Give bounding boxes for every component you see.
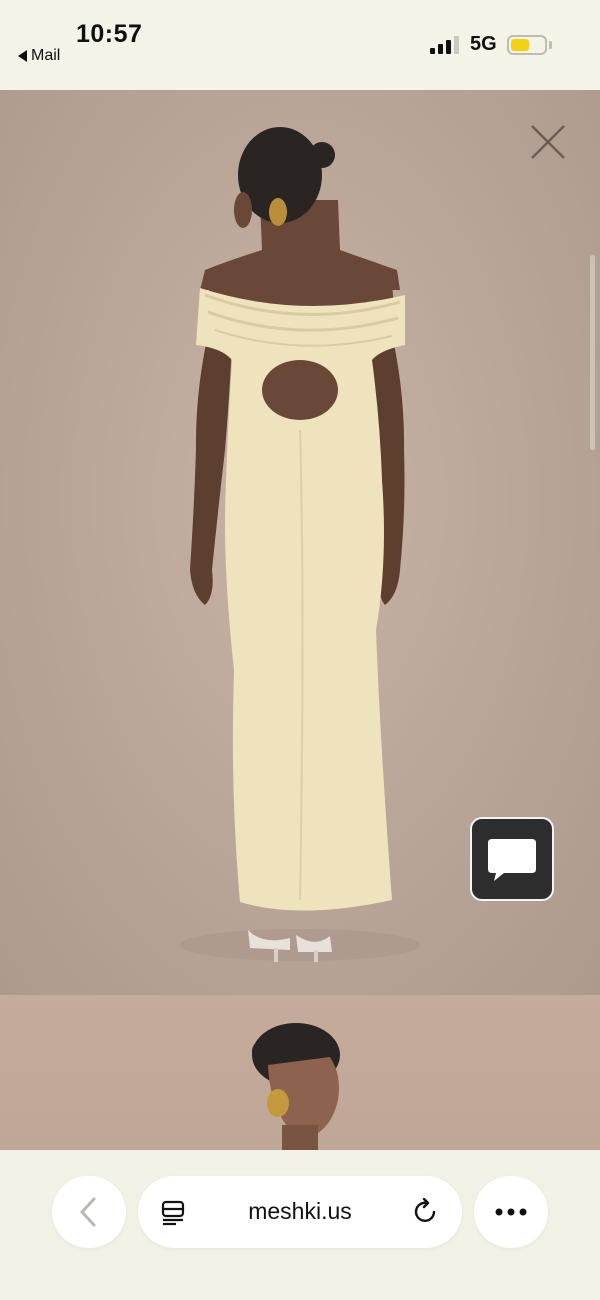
product-photo-model-portrait (252, 1023, 340, 1155)
back-app-label: Mail (31, 47, 61, 64)
battery-tip (549, 41, 552, 49)
chat-bubble-icon (488, 839, 536, 881)
back-to-app-link[interactable]: Mail (18, 47, 60, 65)
cellular-signal-icon (430, 36, 462, 54)
battery-fill (511, 39, 529, 51)
chevron-left-icon (80, 1197, 96, 1227)
product-image-second[interactable] (0, 995, 600, 1155)
address-bar[interactable]: meshki.us (138, 1176, 462, 1248)
status-time: 10:57 (76, 20, 143, 48)
chat-button[interactable] (470, 817, 554, 901)
close-button[interactable] (528, 122, 568, 162)
back-button[interactable] (52, 1176, 126, 1248)
close-icon (531, 125, 565, 159)
back-triangle-icon (18, 50, 27, 62)
reload-icon[interactable] (412, 1198, 440, 1226)
more-options-button[interactable] (474, 1176, 548, 1248)
status-bar: 10:57 Mail 5G (0, 0, 600, 90)
more-icon (495, 1208, 527, 1216)
battery-icon (507, 35, 547, 55)
gallery-scrollbar[interactable] (590, 255, 595, 450)
network-type: 5G (470, 33, 497, 55)
